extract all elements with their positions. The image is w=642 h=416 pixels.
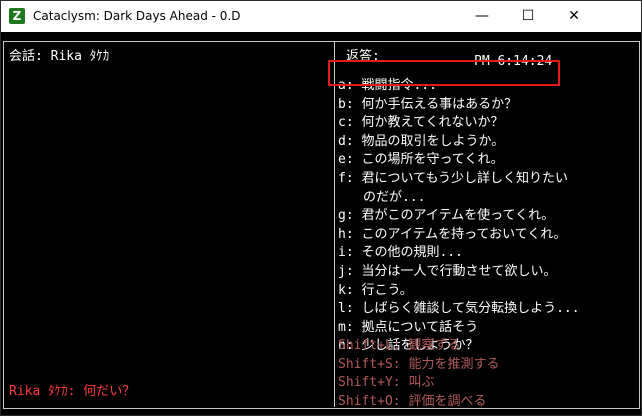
option-key: i: xyxy=(338,245,354,261)
pane-divider xyxy=(334,41,335,407)
option-key: c: xyxy=(338,115,354,131)
response-option-h[interactable]: h: このアイテムを持っておいてくれ。 xyxy=(338,227,567,243)
option-text: 拠点について話そう xyxy=(361,319,479,335)
response-option-d[interactable]: d: 物品の取引をしようか。 xyxy=(338,134,504,150)
response-option-b[interactable]: b: 何か手伝える事はあるか？ xyxy=(338,97,517,113)
option-text: 行こう。 xyxy=(361,282,413,298)
response-option-m[interactable]: m: 拠点について話そう xyxy=(338,320,478,336)
option-key: k: xyxy=(338,282,354,298)
shortcut-text: 能力を推測する xyxy=(408,356,500,372)
option-text: 君がこのアイテムを使ってくれ。 xyxy=(361,208,555,224)
shortcut-key: Shift+S: xyxy=(338,356,401,372)
response-option-g[interactable]: g: 君がこのアイテムを使ってくれ。 xyxy=(338,208,554,224)
shortcut-text: 観察する xyxy=(408,338,461,353)
option-text: 何か教えてくれないか？ xyxy=(361,115,504,131)
response-option-i[interactable]: i: その他の規則... xyxy=(338,245,463,261)
close-button[interactable]: ✕ xyxy=(551,1,597,32)
option-text: 物品の取引をしようか。 xyxy=(361,133,505,149)
option-text: 当分は一人で行動させて欲しい。 xyxy=(361,264,557,279)
maximize-button[interactable]: ☐ xyxy=(505,1,551,32)
option-text: 君についてもう少し詳しく知りたい xyxy=(361,171,569,186)
shortcut-observe[interactable]: Shift+L: 観察する xyxy=(338,338,460,354)
shortcut-key: Shift+L: xyxy=(338,338,401,353)
option-text: このアイテムを持っておいてくれ。 xyxy=(361,226,567,242)
option-key: f: xyxy=(338,171,354,186)
option-text: しばらく雑談して気分転換しよう... xyxy=(361,301,580,317)
conversation-header: 会話: Rika ﾀｹｶ xyxy=(9,49,110,64)
option-highlight-box xyxy=(328,60,560,86)
minimize-button[interactable]: — xyxy=(459,1,505,32)
option-key: g: xyxy=(338,208,354,224)
option-key: l: xyxy=(338,301,354,317)
option-text: のだが... xyxy=(363,189,426,205)
npc-dialogue-line: Rika ﾀｹｶ: 何だい？ xyxy=(9,384,136,399)
response-option-j[interactable]: j: 当分は一人で行動させて欲しい。 xyxy=(338,264,557,280)
shortcut-yell[interactable]: Shift+Y: 叫ぶ xyxy=(338,375,434,391)
dialogue-frame xyxy=(3,41,640,409)
option-key: j: xyxy=(338,264,354,279)
response-option-k[interactable]: k: 行こう。 xyxy=(338,283,413,299)
shortcut-text: 叫ぶ xyxy=(408,375,435,391)
response-option-c[interactable]: c: 何か教えてくれないか？ xyxy=(338,115,503,131)
response-option-l[interactable]: l: しばらく雑談して気分転換しよう... xyxy=(338,301,580,317)
option-key: h: xyxy=(338,226,354,242)
response-option-f-continued[interactable]: のだが... xyxy=(363,190,425,206)
cataclysm-app-icon: Z xyxy=(9,8,25,24)
option-key: b: xyxy=(338,96,354,112)
shortcut-key: Shift+O: xyxy=(338,393,401,409)
game-window: Z Cataclysm: Dark Days Ahead - 0.D — ☐ ✕… xyxy=(0,0,642,416)
terminal-area: 会話: Rika ﾀｹｶ Rika ﾀｹｶ: 何だい？ 返答: PM 6:14:… xyxy=(1,32,641,415)
option-text: この場所を守ってくれ。 xyxy=(361,152,504,168)
option-key: d: xyxy=(338,133,354,149)
option-key: e: xyxy=(338,152,354,168)
shortcut-opinion[interactable]: Shift+O: 評価を調べる xyxy=(338,394,486,410)
shortcut-key: Shift+Y: xyxy=(338,375,401,391)
title-bar[interactable]: Z Cataclysm: Dark Days Ahead - 0.D — ☐ ✕ xyxy=(1,1,641,32)
shortcut-text: 評価を調べる xyxy=(408,393,487,409)
window-title: Cataclysm: Dark Days Ahead - 0.D xyxy=(33,9,241,23)
option-text: その他の規則... xyxy=(361,245,463,261)
shortcut-assess[interactable]: Shift+S: 能力を推測する xyxy=(338,357,499,373)
option-key: m: xyxy=(338,319,354,335)
option-text: 何か手伝える事はあるか？ xyxy=(361,96,518,112)
response-option-e[interactable]: e: この場所を守ってくれ。 xyxy=(338,152,504,168)
response-option-f[interactable]: f: 君についてもう少し詳しく知りたい xyxy=(338,171,568,187)
